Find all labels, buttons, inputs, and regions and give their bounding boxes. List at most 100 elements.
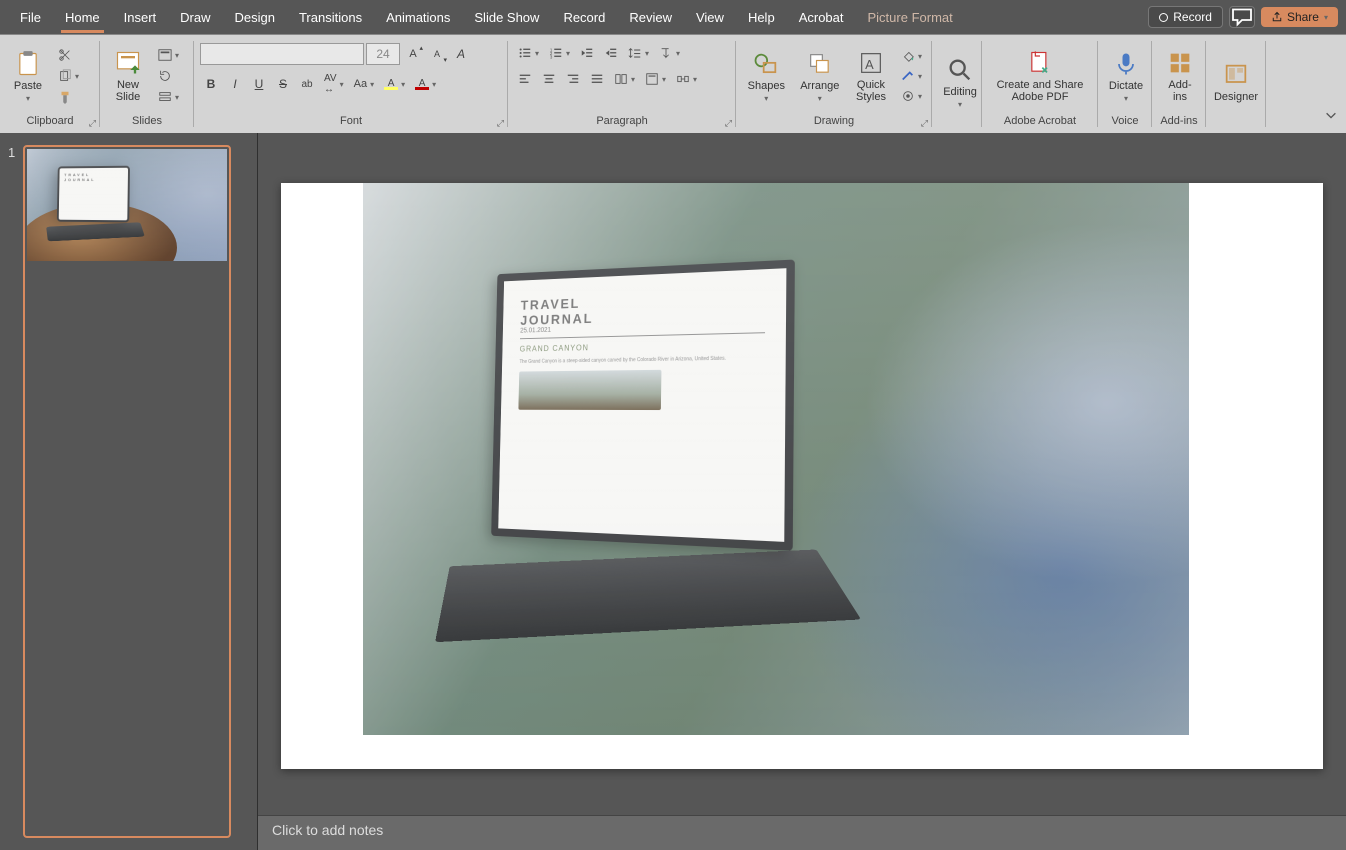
tab-view[interactable]: View [684,4,736,31]
line-spacing-button[interactable]: ▾ [624,44,653,62]
clipboard-icon [14,50,42,78]
bullets-button[interactable]: ▾ [514,44,543,62]
new-slide-button[interactable]: New Slide [106,47,150,105]
font-size-input[interactable] [366,43,400,65]
slide-thumbnail-selected[interactable]: TRAVEL JOURNAL [23,145,231,838]
case-icon: Aa [354,78,367,90]
tab-slideshow[interactable]: Slide Show [462,4,551,31]
reset-button[interactable] [154,66,176,86]
addins-button[interactable]: Add-ins [1158,47,1202,105]
outdent-icon [580,46,594,60]
font-color-button[interactable]: A▾ [411,76,440,92]
shape-effects-button[interactable]: ▾ [897,87,926,105]
new-slide-icon [114,49,142,77]
format-painter-button[interactable] [54,87,76,107]
smartart-button[interactable]: ▾ [672,70,701,88]
group-label: Clipboard [26,115,73,127]
shapes-label: Shapes [748,80,785,92]
font-family-input[interactable] [200,43,364,65]
tab-animations[interactable]: Animations [374,4,462,31]
strikethrough-button[interactable]: S [272,74,294,94]
collapse-ribbon-button[interactable] [1324,108,1338,127]
align-center-button[interactable] [538,69,560,89]
tab-file[interactable]: File [8,4,53,31]
align-left-button[interactable] [514,69,536,89]
char-spacing-button[interactable]: AV↔▾ [320,71,348,97]
tab-acrobat[interactable]: Acrobat [787,4,856,31]
dictate-button[interactable]: Dictate▾ [1104,48,1148,105]
layout-icon [158,48,172,62]
slide-workspace[interactable]: TRAVEL JOURNAL 25.01.2021 GRAND CANYON T… [258,133,1346,815]
underline-button[interactable]: U [248,74,270,94]
record-button[interactable]: Record [1148,6,1223,28]
justify-button[interactable] [586,69,608,89]
paste-button[interactable]: Paste ▾ [6,48,50,105]
tab-record[interactable]: Record [551,4,617,31]
tab-draw[interactable]: Draw [168,4,222,31]
create-pdf-button[interactable]: Create and Share Adobe PDF [988,47,1092,105]
effects-icon [901,89,915,103]
copy-button[interactable]: ▾ [54,67,83,85]
group-designer: Designer [1206,35,1266,133]
dialog-launcher[interactable]: ⤢ [497,118,504,129]
change-case-button[interactable]: Aa▾ [350,76,378,92]
slide-thumbnail[interactable]: TRAVEL JOURNAL [27,149,227,261]
increase-indent-button[interactable] [600,43,622,63]
quick-styles-button[interactable]: A Quick Styles [849,47,893,105]
group-voice: Dictate▾ Voice [1098,35,1152,133]
highlight-button[interactable]: A▾ [380,76,409,92]
clear-formatting-button[interactable]: A [450,44,472,64]
italic-button[interactable]: I [224,74,246,94]
slide-thumbnail-panel[interactable]: 1 TRAVEL JOURNAL [0,133,258,850]
inserted-picture[interactable]: TRAVEL JOURNAL 25.01.2021 GRAND CANYON T… [363,183,1189,735]
align-right-button[interactable] [562,69,584,89]
group-paragraph: ▾ 123▾ ▾ ▾ ▾ ▾ ▾ Paragraph⤢ [508,35,736,133]
layout-button[interactable]: ▾ [154,46,183,64]
designer-button[interactable]: Designer [1212,59,1260,105]
microphone-icon [1112,50,1140,78]
tab-review[interactable]: Review [617,4,684,31]
align-text-button[interactable]: ▾ [641,70,670,88]
tab-picture-format[interactable]: Picture Format [856,4,965,31]
svg-text:3: 3 [550,54,553,59]
decrease-font-button[interactable]: A▾ [426,44,448,64]
arrange-button[interactable]: Arrange▾ [795,48,845,105]
shapes-button[interactable]: Shapes▾ [742,48,791,105]
comments-button[interactable] [1229,6,1255,28]
record-label: Record [1173,10,1212,24]
arrange-icon [806,50,834,78]
section-button[interactable]: ▾ [154,88,183,106]
tab-transitions[interactable]: Transitions [287,4,374,31]
numbering-button[interactable]: 123▾ [545,44,574,62]
tab-design[interactable]: Design [223,4,287,31]
decrease-indent-button[interactable] [576,43,598,63]
tab-home[interactable]: Home [53,4,112,31]
cut-button[interactable] [54,45,76,65]
photo-text-body: The Grand Canyon is a steep-sided canyon… [519,355,764,365]
numbering-icon: 123 [549,46,563,60]
shape-fill-button[interactable]: ▾ [897,47,926,65]
addins-label: Add-ins [1164,79,1196,103]
columns-button[interactable]: ▾ [610,70,639,88]
shadow-button[interactable]: ab [296,74,318,94]
tab-help[interactable]: Help [736,4,787,31]
group-label: Adobe Acrobat [1004,115,1076,127]
group-label: Voice [1112,115,1139,127]
dialog-launcher[interactable]: ⤢ [921,118,928,129]
shape-outline-button[interactable]: ▾ [897,67,926,85]
chevron-down-icon [1324,108,1338,122]
tab-insert[interactable]: Insert [112,4,169,31]
quick-styles-icon: A [857,49,885,77]
current-slide[interactable]: TRAVEL JOURNAL 25.01.2021 GRAND CANYON T… [281,183,1323,769]
bold-button[interactable]: B [200,74,222,94]
share-button[interactable]: Share ▾ [1261,7,1338,27]
text-direction-button[interactable]: ▾ [655,44,684,62]
notes-pane[interactable]: Click to add notes [258,815,1346,850]
increase-font-button[interactable]: A▴ [402,44,424,64]
dialog-launcher[interactable]: ⤢ [89,118,96,129]
section-icon [158,90,172,104]
dialog-launcher[interactable]: ⤢ [725,118,732,129]
pdf-label: Create and Share Adobe PDF [997,79,1084,103]
reset-icon [158,69,172,83]
editing-button[interactable]: Editing▾ [938,54,982,111]
